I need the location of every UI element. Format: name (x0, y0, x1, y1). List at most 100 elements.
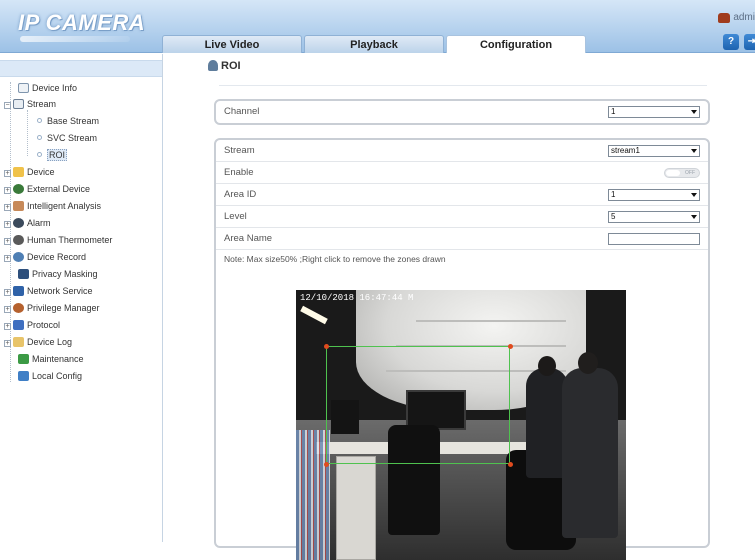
expand-icon[interactable]: + (4, 255, 11, 262)
video-scene-person-head (578, 352, 598, 374)
analysis-icon (13, 201, 24, 211)
area-id-select[interactable]: 1 (608, 189, 700, 201)
area-name-input[interactable] (608, 233, 700, 245)
roi-handle[interactable] (508, 462, 513, 467)
video-scene-person-head (538, 356, 556, 376)
record-icon (13, 252, 24, 262)
expand-icon[interactable]: + (4, 289, 11, 296)
video-preview[interactable]: 12/10/2018 16:47:44 M (296, 290, 626, 560)
video-scene-cabinet (336, 456, 376, 560)
folder-icon (13, 167, 24, 177)
sidebar-item-privilege-manager[interactable]: + Privilege Manager (4, 301, 100, 315)
enable-toggle[interactable]: OFF (664, 168, 700, 178)
sidebar-item-local-config[interactable]: Local Config (18, 369, 82, 383)
bullet-icon (37, 118, 42, 123)
stream-icon (13, 99, 24, 109)
expand-icon[interactable]: + (4, 238, 11, 245)
roi-icon (208, 60, 218, 71)
expand-icon[interactable]: + (4, 187, 11, 194)
roi-handle[interactable] (324, 344, 329, 349)
sidebar-item-external-device[interactable]: + External Device (4, 182, 90, 196)
main-content: ROI Channel 1 Stream stream1 Enable OFF … (164, 54, 755, 560)
expand-icon[interactable]: + (4, 204, 11, 211)
expand-icon[interactable]: + (4, 323, 11, 330)
sidebar-item-human-thermometer[interactable]: + Human Thermometer (4, 233, 112, 247)
sidebar-item-network-service[interactable]: + Network Service (4, 284, 93, 298)
sidebar-item-device-record[interactable]: + Device Record (4, 250, 86, 264)
tab-live-video[interactable]: Live Video (162, 35, 302, 53)
document-icon (18, 83, 29, 93)
sidebar-item-roi[interactable]: ROI (37, 148, 68, 162)
level-select[interactable]: 5 (608, 211, 700, 223)
area-id-label: Area ID (224, 189, 257, 200)
collapse-icon[interactable]: − (4, 102, 11, 109)
expand-icon[interactable]: + (4, 340, 11, 347)
enable-row: Enable OFF (216, 162, 708, 184)
sidebar: Device Info − Stream Base Stream SVC Stre… (0, 54, 163, 542)
sidebar-item-maintenance[interactable]: Maintenance (18, 352, 84, 366)
sidebar-item-device-info[interactable]: Device Info (18, 81, 77, 95)
enable-label: Enable (224, 167, 254, 178)
toggle-knob (666, 170, 680, 176)
expand-icon[interactable]: + (4, 170, 11, 177)
area-id-row: Area ID 1 (216, 184, 708, 206)
log-icon (13, 337, 24, 347)
stream-label: Stream (224, 145, 255, 156)
video-timestamp: 12/10/2018 16:47:44 M (300, 293, 414, 303)
video-scene-curtain (296, 430, 330, 560)
sidebar-header-bar (0, 60, 162, 77)
sidebar-item-svc-stream[interactable]: SVC Stream (37, 131, 97, 145)
tab-configuration[interactable]: Configuration (446, 35, 586, 53)
level-row: Level 5 (216, 206, 708, 228)
network-icon (13, 286, 24, 296)
user-icon (718, 12, 731, 23)
roi-zone[interactable] (326, 346, 510, 464)
title-divider (219, 85, 707, 86)
roi-settings-panel: Stream stream1 Enable OFF Area ID 1 Leve… (214, 138, 710, 560)
mask-icon (18, 269, 29, 279)
local-config-icon (18, 371, 29, 381)
user-area[interactable]: admi (718, 12, 755, 23)
channel-panel: Channel 1 (214, 99, 710, 125)
sidebar-item-protocol[interactable]: + Protocol (4, 318, 60, 332)
sidebar-item-device-log[interactable]: + Device Log (4, 335, 72, 349)
header-bar: IP CAMERA Live Video Playback Configurat… (0, 0, 755, 53)
logout-button[interactable]: ⇥ (744, 34, 755, 50)
protocol-icon (13, 320, 24, 330)
channel-row: Channel 1 (216, 101, 708, 123)
roi-handle[interactable] (508, 344, 513, 349)
help-button[interactable]: ? (723, 34, 739, 50)
chevron-down-icon (691, 149, 697, 153)
level-label: Level (224, 211, 247, 222)
sidebar-item-alarm[interactable]: + Alarm (4, 216, 51, 230)
stream-select[interactable]: stream1 (608, 145, 700, 157)
video-scene-stripe (416, 320, 566, 322)
area-name-label: Area Name (224, 233, 273, 244)
expand-icon[interactable]: + (4, 221, 11, 228)
maintenance-icon (18, 354, 29, 364)
expand-icon[interactable]: + (4, 306, 11, 313)
sidebar-item-privacy-masking[interactable]: Privacy Masking (18, 267, 98, 281)
channel-label: Channel (224, 106, 260, 117)
roi-note: Note: Max size50% ;Right click to remove… (224, 254, 446, 264)
tab-playback[interactable]: Playback (304, 35, 444, 53)
stream-row: Stream stream1 (216, 140, 708, 162)
sidebar-item-stream[interactable]: − Stream (4, 97, 56, 111)
chevron-down-icon (691, 110, 697, 114)
sidebar-item-base-stream[interactable]: Base Stream (37, 114, 99, 128)
channel-select[interactable]: 1 (608, 106, 700, 118)
users-icon (13, 303, 24, 313)
user-name: admi (733, 12, 755, 23)
roi-handle[interactable] (324, 462, 329, 467)
tree-guide-line (27, 110, 28, 156)
app-logo: IP CAMERA (18, 10, 146, 35)
logo-underline (20, 36, 130, 42)
chevron-down-icon (691, 193, 697, 197)
main-tabs: Live Video Playback Configuration (162, 35, 588, 53)
sidebar-item-device[interactable]: + Device (4, 165, 55, 179)
alarm-icon (13, 218, 24, 228)
area-name-row: Area Name (216, 228, 708, 250)
video-scene-light (300, 305, 328, 325)
sidebar-item-intelligent-analysis[interactable]: + Intelligent Analysis (4, 199, 101, 213)
bullet-icon (37, 135, 42, 140)
